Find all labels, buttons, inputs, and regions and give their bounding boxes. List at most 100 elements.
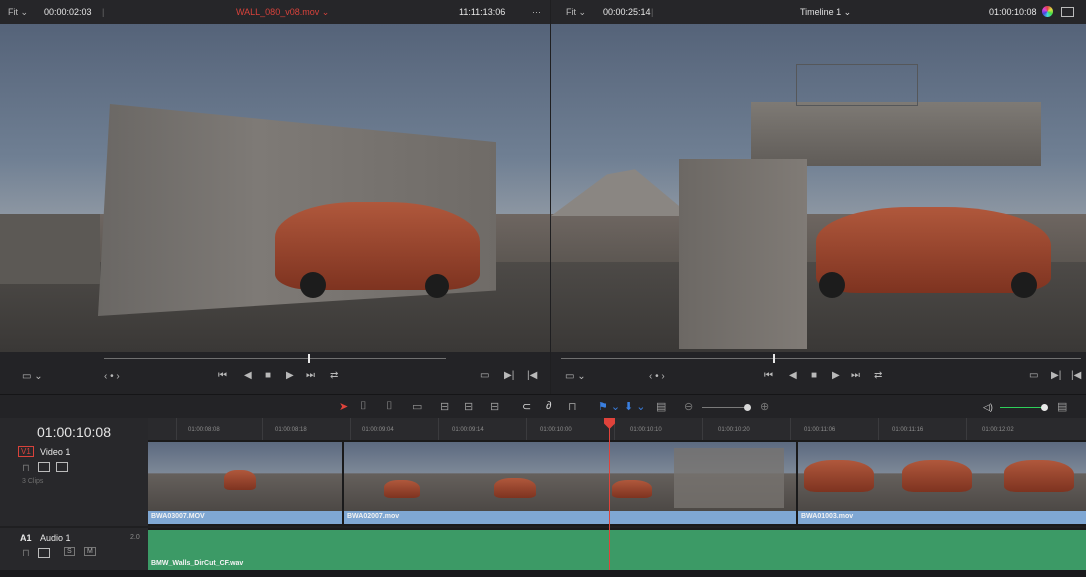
video-clip[interactable]: BWA03007.MOV xyxy=(148,442,343,524)
volume-icon[interactable]: ◁) xyxy=(983,402,993,413)
solo-button[interactable]: S xyxy=(64,547,75,556)
wall-fragment xyxy=(0,214,100,284)
timeline-scrubber-handle[interactable] xyxy=(773,354,775,363)
audio-channels: 2.0 xyxy=(130,534,140,541)
timeline-scrubber[interactable] xyxy=(561,358,1081,359)
first-frame-button[interactable]: ⏮ xyxy=(764,370,773,381)
concrete-arch-top xyxy=(751,102,1041,166)
source-clip-name[interactable]: WALL_080_v08.mov ⌄ xyxy=(236,7,329,18)
source-view-mode[interactable]: ▭ ⌄ xyxy=(22,371,43,382)
timeline-view-icon[interactable]: ▤ xyxy=(656,400,666,413)
audio-track-id[interactable]: A1 xyxy=(20,533,32,543)
concrete-arch xyxy=(674,448,784,508)
video-track-id[interactable]: V1 xyxy=(18,446,34,457)
match-frame-button[interactable]: ▭ xyxy=(480,370,489,381)
first-frame-button[interactable]: ⏮ xyxy=(218,370,227,381)
zoom-out-icon[interactable]: ⊖ xyxy=(684,400,693,413)
lock-icon[interactable]: ⊓ xyxy=(22,548,30,559)
current-timecode[interactable]: 01:00:10:08 xyxy=(0,424,148,440)
volume-slider-handle[interactable] xyxy=(1041,404,1048,411)
scaffold xyxy=(796,64,918,106)
stop-button[interactable]: ■ xyxy=(811,370,817,381)
lock-icon[interactable]: ⊓ xyxy=(568,400,577,413)
divider: | xyxy=(651,7,654,17)
timeline-viewer-timecode[interactable]: 00:00:25:14 xyxy=(603,7,651,17)
ruler-label: 01:00:08:18 xyxy=(275,427,307,433)
ruler-tick xyxy=(262,418,263,440)
video-track-name[interactable]: Video 1 xyxy=(40,447,70,457)
mark-out-button[interactable]: |◀ xyxy=(1071,370,1081,381)
reverse-button[interactable]: ◀ xyxy=(244,370,252,381)
marker-icon[interactable]: ⬇ ⌄ xyxy=(624,400,646,413)
insert-clip-icon[interactable]: ⊟ xyxy=(440,400,449,413)
last-frame-button[interactable]: ⏭ xyxy=(306,370,315,381)
trim-tool-icon[interactable]: ⌷ xyxy=(360,400,367,413)
zoom-slider-handle[interactable] xyxy=(744,404,751,411)
replace-clip-icon[interactable]: ⊟ xyxy=(490,400,499,413)
auto-select-icon[interactable] xyxy=(38,548,50,558)
mark-in-button[interactable]: ▶| xyxy=(504,370,514,381)
source-viewer[interactable] xyxy=(0,24,550,352)
timeline-zoom-select[interactable]: Fit ⌄ xyxy=(566,7,586,18)
timeline-ruler[interactable]: 01:00:08:08 01:00:08:18 01:00:09:04 01:0… xyxy=(148,418,1086,441)
stop-button[interactable]: ■ xyxy=(265,370,271,381)
ruler-label: 01:00:09:14 xyxy=(452,427,484,433)
audio-track-name[interactable]: Audio 1 xyxy=(40,533,71,543)
source-timecode[interactable]: 00:00:02:03 xyxy=(44,7,92,17)
video-track-header[interactable]: V1 Video 1 ⊓ 3 Clips xyxy=(0,440,149,526)
track-visibility-icon[interactable] xyxy=(56,462,68,472)
car xyxy=(494,478,536,498)
playhead-line[interactable] xyxy=(609,418,610,570)
viewer-mode-icon[interactable] xyxy=(1061,7,1074,17)
mute-button[interactable]: M xyxy=(84,547,96,556)
loop-button[interactable]: ⇄ xyxy=(874,370,882,381)
selection-tool-icon[interactable]: ➤ xyxy=(339,400,348,413)
reverse-button[interactable]: ◀ xyxy=(789,370,797,381)
zoom-in-icon[interactable]: ⊕ xyxy=(760,400,769,413)
last-frame-button[interactable]: ⏭ xyxy=(851,370,860,381)
ruler-tick xyxy=(176,418,177,440)
audio-clip[interactable]: BMW_Walls_DirCut_CF.wav xyxy=(148,530,1086,570)
play-button[interactable]: ▶ xyxy=(286,370,294,381)
ruler-tick xyxy=(966,418,967,440)
dynamic-trim-icon[interactable]: ⌷ xyxy=(386,400,393,413)
source-scrubber-handle[interactable] xyxy=(308,354,310,363)
car-wheel xyxy=(1011,272,1037,298)
blade-tool-icon[interactable]: ▭ xyxy=(412,400,422,413)
source-more-button[interactable]: ··· xyxy=(532,7,541,17)
ruler-label: 01:00:09:04 xyxy=(362,427,394,433)
loop-button[interactable]: ⇄ xyxy=(330,370,338,381)
video-track[interactable]: BWA03007.MOV BWA02007.mov BWA01003.mov xyxy=(148,440,1086,526)
source-duration: 11:11:13:06 xyxy=(459,7,506,17)
ruler-label: 01:00:08:08 xyxy=(188,427,220,433)
timeline-view-mode[interactable]: ▭ ⌄ xyxy=(565,371,586,382)
play-button[interactable]: ▶ xyxy=(832,370,840,381)
timeline-name-select[interactable]: Timeline 1 ⌄ xyxy=(800,7,851,18)
overwrite-clip-icon[interactable]: ⊟ xyxy=(464,400,473,413)
color-wheel-icon[interactable] xyxy=(1042,6,1053,17)
link-icon[interactable]: ∂ xyxy=(546,400,551,412)
audio-meter-icon[interactable]: ▤ xyxy=(1057,400,1067,413)
mark-out-button[interactable]: |◀ xyxy=(527,370,537,381)
ruler-label: 01:00:10:10 xyxy=(630,427,662,433)
audio-track-header[interactable]: A1 Audio 1 2.0 ⊓ S M xyxy=(0,528,149,570)
source-zoom-select[interactable]: Fit ⌄ xyxy=(8,7,28,18)
zoom-slider[interactable] xyxy=(702,407,750,408)
ruler-tick xyxy=(702,418,703,440)
video-clip[interactable]: BWA02007.mov xyxy=(344,442,797,524)
video-clip[interactable]: BWA01003.mov xyxy=(798,442,1086,524)
timeline-jog[interactable]: ‹ • › xyxy=(649,371,665,382)
source-scrubber[interactable] xyxy=(104,358,446,359)
mark-in-button[interactable]: ▶| xyxy=(1051,370,1061,381)
snapping-icon[interactable]: ⊂ xyxy=(522,400,531,413)
car xyxy=(902,460,972,492)
ruler-tick xyxy=(878,418,879,440)
source-jog[interactable]: ‹ • › xyxy=(104,371,120,382)
audio-track[interactable]: BMW_Walls_DirCut_CF.wav xyxy=(148,528,1086,570)
match-frame-button[interactable]: ▭ xyxy=(1029,370,1038,381)
auto-select-icon[interactable] xyxy=(38,462,50,472)
flag-icon[interactable]: ⚑ ⌄ xyxy=(598,400,620,413)
timeline-viewer[interactable] xyxy=(551,24,1086,352)
lock-icon[interactable]: ⊓ xyxy=(22,463,30,474)
volume-slider[interactable] xyxy=(1000,407,1046,408)
